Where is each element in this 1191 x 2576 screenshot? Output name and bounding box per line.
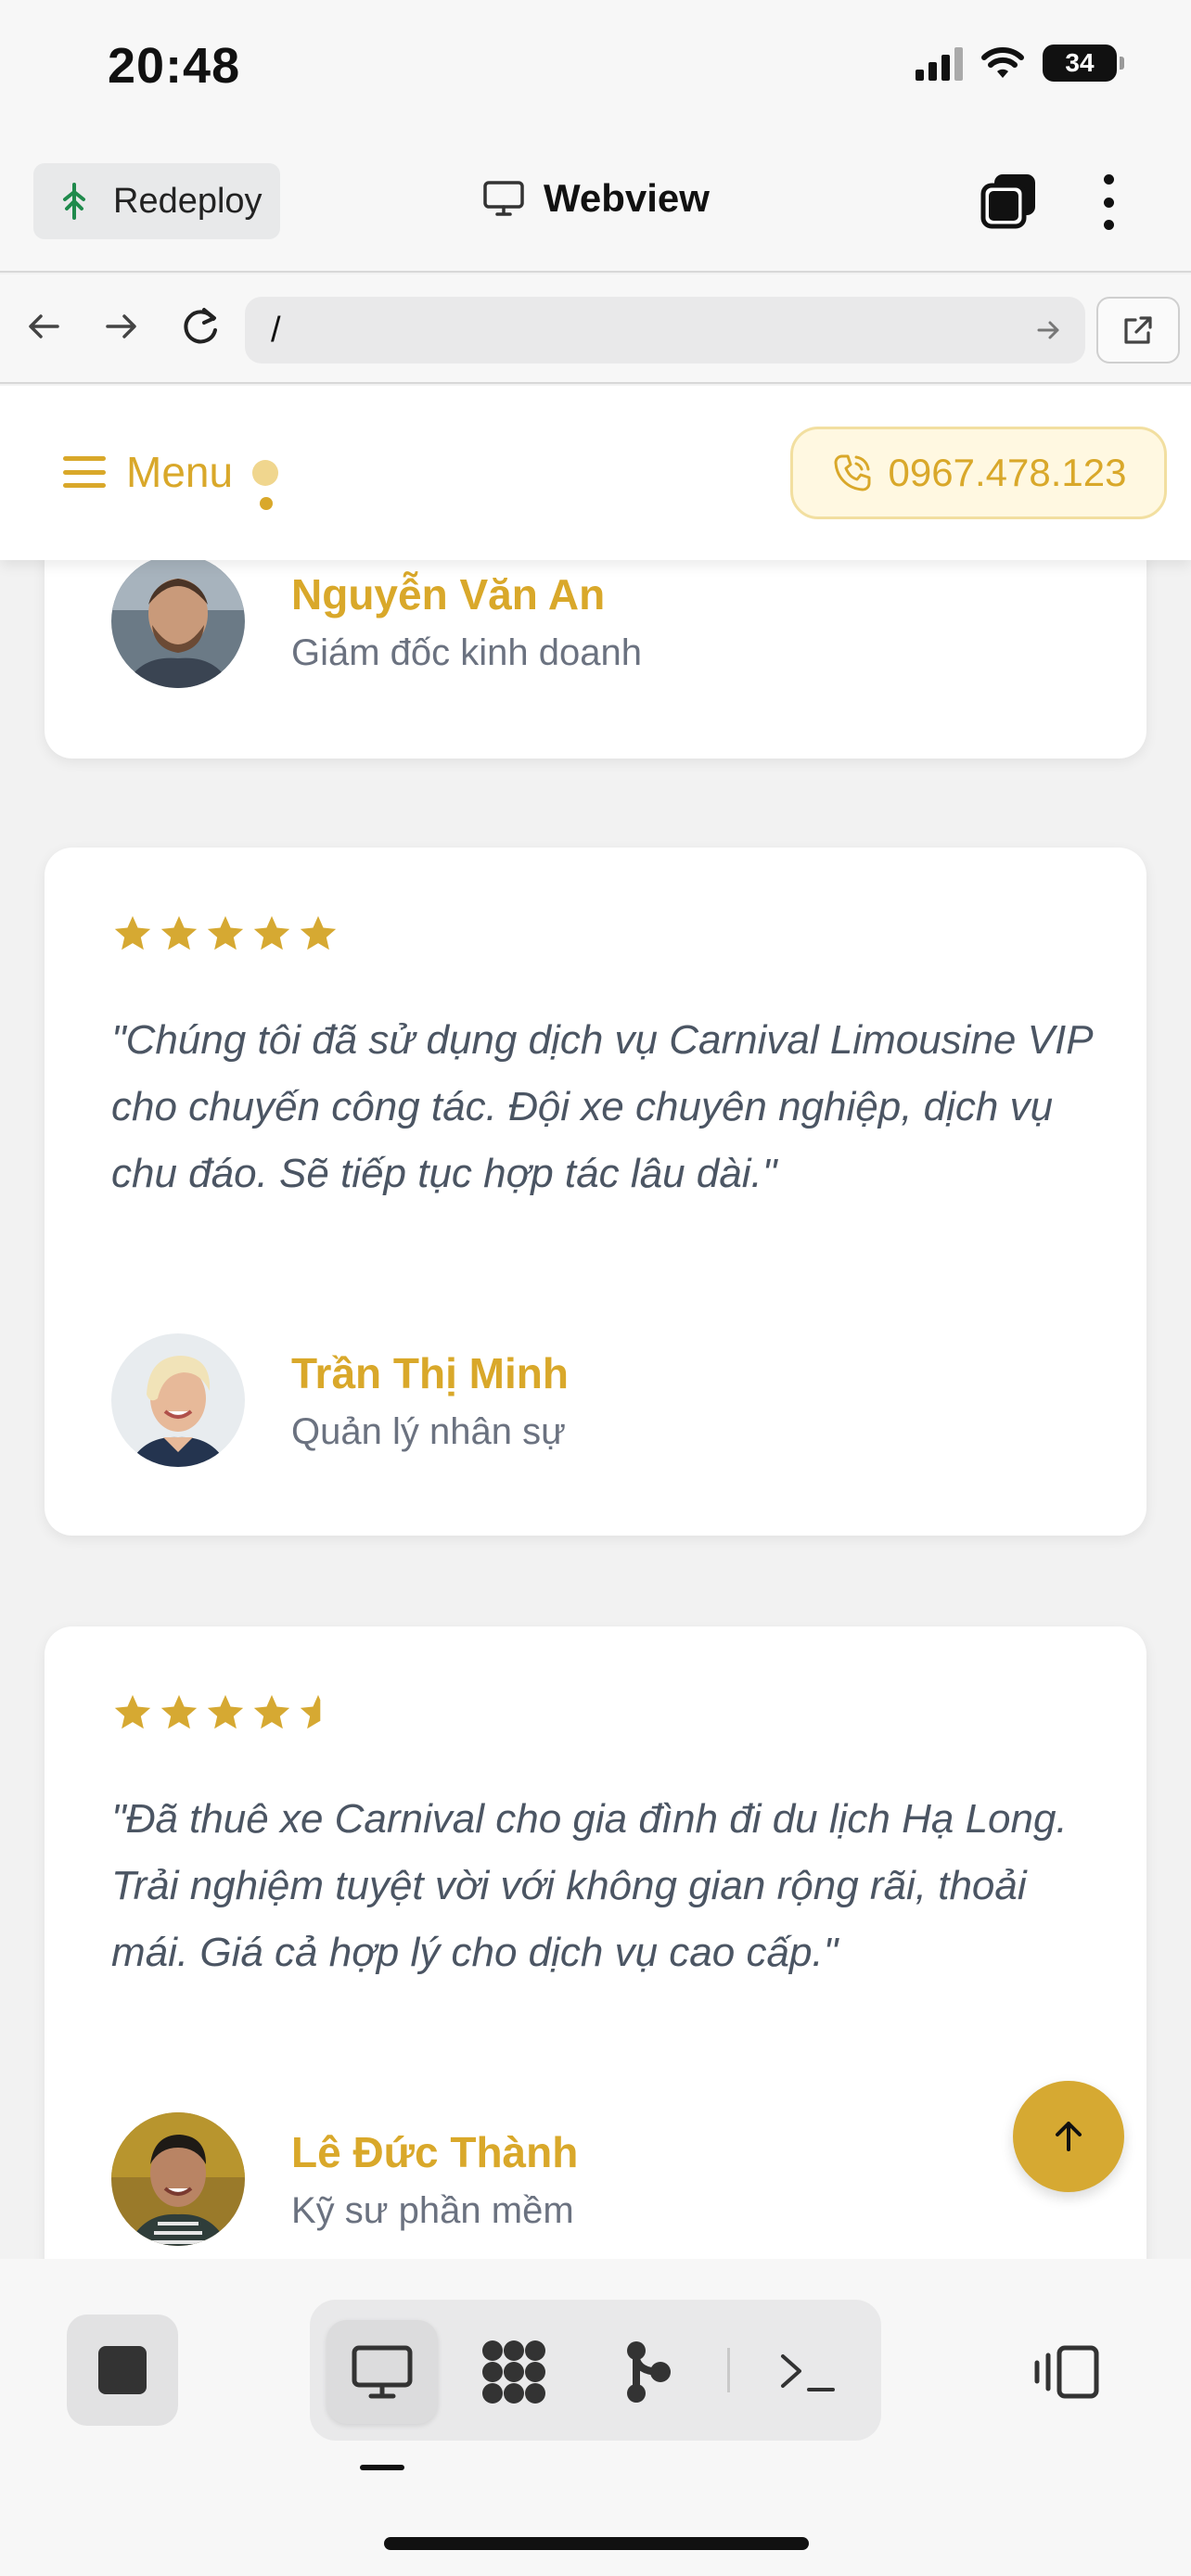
tab-source-control[interactable] xyxy=(592,2320,703,2424)
phone-number: 0967.478.123 xyxy=(888,451,1127,494)
separator xyxy=(727,2348,730,2392)
star-icon xyxy=(114,1694,151,1729)
rating-stars xyxy=(111,912,339,955)
testimonial-author: Lê Đức Thành Kỹ sư phần mềm xyxy=(111,2112,578,2246)
phone-icon xyxy=(834,454,871,491)
stop-icon xyxy=(98,2346,147,2394)
tabs-icon[interactable] xyxy=(980,171,1039,230)
url-input[interactable]: / xyxy=(245,297,1085,363)
desktop-icon xyxy=(352,2345,413,2399)
go-arrow-icon[interactable] xyxy=(1031,313,1065,347)
redeploy-label: Redeploy xyxy=(113,181,263,221)
active-tab-indicator xyxy=(360,2465,404,2470)
star-icon xyxy=(253,915,290,950)
half-star-icon xyxy=(300,1694,321,1729)
star-icon xyxy=(160,1694,198,1729)
avatar xyxy=(111,555,245,688)
site-header: Menu 0967.478.123 xyxy=(0,386,1191,560)
status-icons: 34 xyxy=(916,45,1124,82)
hamburger-icon xyxy=(63,456,106,488)
wifi-icon xyxy=(981,47,1024,78)
app-toolbar: Redeploy Webview xyxy=(0,148,1191,273)
rating-stars xyxy=(111,1691,339,1734)
url-text: / xyxy=(271,310,281,350)
terminal-icon xyxy=(781,2354,835,2391)
author-role: Quản lý nhân sự xyxy=(291,1410,566,1452)
tree-icon xyxy=(63,183,85,220)
loading-dots-icon xyxy=(252,460,280,512)
tab-apps[interactable] xyxy=(458,2320,570,2424)
author-name: Lê Đức Thành xyxy=(291,2127,579,2176)
arrow-up-icon xyxy=(1056,2122,1082,2151)
view-switcher xyxy=(310,2300,881,2441)
webpage-viewport: Menu 0967.478.123 Nguyễn Văn An Giám đốc… xyxy=(0,386,1191,2259)
stop-button[interactable] xyxy=(67,2315,178,2426)
testimonial-author: Nguyễn Văn An Giám đốc kinh doanh xyxy=(111,555,642,688)
tab-desktop[interactable] xyxy=(327,2320,438,2424)
author-role: Kỹ sư phần mềm xyxy=(291,2189,574,2231)
testimonial-quote: "Chúng tôi đã sử dụng dịch vụ Carnival L… xyxy=(111,1017,1092,1196)
testimonial-quote: "Đã thuê xe Carnival cho gia đình đi du … xyxy=(111,1796,1068,1975)
url-row: / xyxy=(0,274,1191,384)
back-arrow-icon[interactable] xyxy=(20,302,69,351)
branch-icon xyxy=(627,2341,671,2403)
menu-button[interactable]: Menu xyxy=(63,447,233,497)
star-icon xyxy=(253,1694,290,1729)
avatar xyxy=(111,2112,245,2246)
status-bar: 20:48 34 xyxy=(0,0,1191,148)
star-icon xyxy=(207,915,244,950)
open-external-button[interactable] xyxy=(1096,297,1180,363)
side-panel-icon[interactable] xyxy=(1031,2342,1102,2402)
avatar xyxy=(111,1333,245,1467)
cellular-signal-icon xyxy=(916,45,963,81)
author-name: Nguyễn Văn An xyxy=(291,569,606,618)
author-name: Trần Thị Minh xyxy=(291,1348,569,1397)
home-indicator xyxy=(384,2537,809,2550)
external-link-icon xyxy=(1124,316,1152,344)
author-role: Giám đốc kinh doanh xyxy=(291,631,643,673)
battery-icon: 34 xyxy=(1043,45,1124,82)
status-time: 20:48 xyxy=(108,38,241,94)
reload-icon[interactable] xyxy=(176,302,224,351)
scroll-to-top-button[interactable] xyxy=(1013,2081,1124,2192)
redeploy-button[interactable]: Redeploy xyxy=(33,163,280,239)
more-options-icon[interactable] xyxy=(1095,174,1122,230)
tab-terminal[interactable] xyxy=(751,2320,863,2424)
testimonial-card: "Chúng tôi đã sử dụng dịch vụ Carnival L… xyxy=(45,848,1146,1536)
grid-blob-icon xyxy=(482,2340,545,2404)
monitor-icon xyxy=(483,181,524,216)
star-icon xyxy=(160,915,198,950)
forward-arrow-icon[interactable] xyxy=(96,302,145,351)
testimonial-card: "Đã thuê xe Carnival cho gia đình đi du … xyxy=(45,1626,1146,2259)
menu-label: Menu xyxy=(126,448,234,496)
star-icon xyxy=(114,915,151,950)
star-icon xyxy=(207,1694,244,1729)
star-icon xyxy=(300,915,337,950)
webview-title: Webview xyxy=(482,176,710,221)
phone-button[interactable]: 0967.478.123 xyxy=(790,427,1167,519)
webview-title-label: Webview xyxy=(544,176,710,220)
testimonial-author: Trần Thị Minh Quản lý nhân sự xyxy=(111,1333,569,1467)
bottom-dock xyxy=(0,2259,1191,2576)
